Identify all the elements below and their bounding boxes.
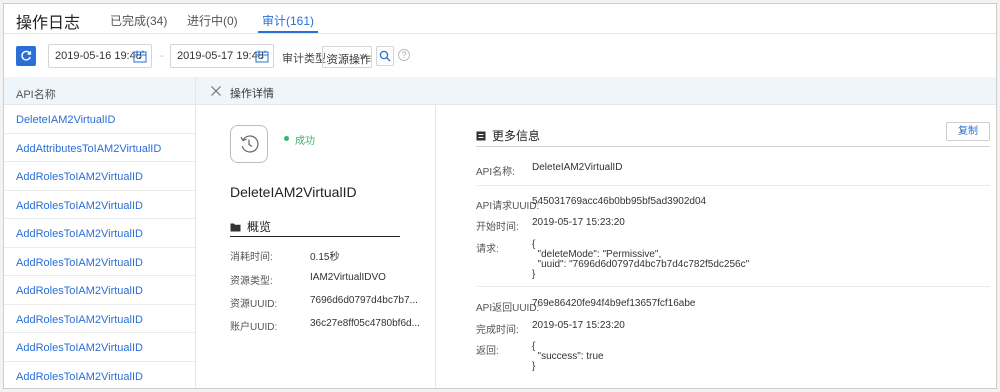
summary-column: 成功 DeleteIAM2VirtualID 概览 消耗时间: 0.15秒 资源… [196,105,436,388]
page-header: 操作日志 已完成(34) 进行中(0) 审计(161) [4,4,996,34]
operation-detail-panel: 操作详情 成功 DeleteIAM2VirtualID 概览 消耗时间: 0.1… [196,77,996,388]
start-date-value: 2019-05-16 19:48 [55,50,142,62]
operation-badge [230,125,268,163]
api-list: API名称 DeleteIAM2VirtualID AddAttributesT… [4,77,196,389]
detail-title: 操作详情 [230,88,274,100]
active-tab-indicator [258,31,318,33]
operation-log-window: 操作日志 已完成(34) 进行中(0) 审计(161) 2019-05-16 1… [3,3,997,389]
list-item[interactable]: AddRolesToIAM2VirtualID [4,276,195,305]
more-info-column: 更多信息 复制 API名称: DeleteIAM2VirtualID API请求… [436,105,996,388]
start-time-label: 开始时间: [476,222,519,233]
api-name-label: API名称: [476,167,515,178]
resource-type-label: 资源类型: [230,276,273,287]
chevron-down-icon [359,54,367,59]
document-icon [476,131,486,140]
list-item[interactable]: AddRolesToIAM2VirtualID [4,248,195,276]
filter-toolbar: 2019-05-16 19:48 - 2019-05-17 19:48 审计类型… [4,34,996,80]
api-name-heading: DeleteIAM2VirtualID [230,184,357,200]
start-time-value: 2019-05-17 15:23:20 [532,217,625,228]
list-item[interactable]: AddRolesToIAM2VirtualID [4,219,195,248]
search-icon [379,50,391,62]
request-uuid-value: 545031769acc46b0bb95bf5ad3902d04 [532,196,707,207]
calendar-icon[interactable] [133,50,147,63]
list-item[interactable]: AddRolesToIAM2VirtualID [4,162,195,191]
overview-section-title: 概览 [230,218,271,235]
duration-value: 0.15秒 [310,252,340,263]
finish-time-value: 2019-05-17 15:23:20 [532,320,625,331]
list-item[interactable]: DeleteIAM2VirtualID [4,105,195,134]
history-icon [240,135,259,153]
row-divider [476,185,990,186]
account-uuid-label: 账户UUID: [230,322,278,333]
list-item[interactable]: AddAttributesToIAM2VirtualID [4,134,195,162]
resource-type-value: IAM2VirtualIDVO [310,272,386,283]
response-uuid-label: API返回UUID: [476,303,540,314]
resource-uuid-label: 资源UUID: [230,299,278,310]
api-list-header: API名称 [4,77,195,105]
refresh-icon [21,50,32,61]
list-item[interactable]: AddRolesToIAM2VirtualID [4,191,195,219]
refresh-button[interactable] [16,46,36,66]
more-info-divider [476,146,990,147]
more-info-title: 更多信息 [492,129,541,143]
tab-in-progress[interactable]: 进行中(0) [187,12,238,29]
api-name-value: DeleteIAM2VirtualID [532,162,623,173]
request-uuid-label: API请求UUID: [476,201,540,212]
help-icon[interactable]: ? [398,49,410,61]
end-date-value: 2019-05-17 19:48 [177,50,264,62]
list-item[interactable]: AddRolesToIAM2VirtualID [4,305,195,333]
close-icon[interactable] [210,85,222,97]
audit-type-select[interactable]: 资源操作 [322,46,372,68]
overview-divider [230,236,400,237]
copy-button[interactable]: 复制 [946,122,990,141]
detail-header: 操作详情 [196,77,996,105]
calendar-icon[interactable] [255,50,269,63]
response-uuid-value: 769e86420fe94f4b9ef13657fcf16abe [532,298,696,309]
resource-uuid-value: 7696d6d0797d4bc7b7... [310,295,418,306]
list-item[interactable]: AddRolesToIAM2VirtualID [4,362,195,389]
folder-icon [230,223,241,231]
row-divider [476,286,990,287]
tab-completed[interactable]: 已完成(34) [110,12,167,29]
tab-audit[interactable]: 审计(161) [262,12,314,29]
status-text: 成功 [295,136,315,147]
status-indicator [284,136,289,141]
return-body: { "success": true } [532,341,604,372]
account-uuid-value: 36c27e8ff05c4780bf6d... [310,318,420,329]
finish-time-label: 完成时间: [476,325,519,336]
return-label: 返回: [476,346,499,357]
search-button[interactable] [376,46,394,66]
date-range-separator: - [160,50,164,62]
request-label: 请求: [476,244,499,255]
more-info-section-title: 更多信息 [476,127,540,144]
start-date-input[interactable]: 2019-05-16 19:48 [48,44,152,68]
request-body: { "deleteMode": "Permissive", "uuid": "7… [532,239,750,280]
overview-title: 概览 [247,220,272,234]
end-date-input[interactable]: 2019-05-17 19:48 [170,44,274,68]
list-item[interactable]: AddRolesToIAM2VirtualID [4,333,195,362]
page-title: 操作日志 [16,15,81,32]
duration-label: 消耗时间: [230,252,273,263]
